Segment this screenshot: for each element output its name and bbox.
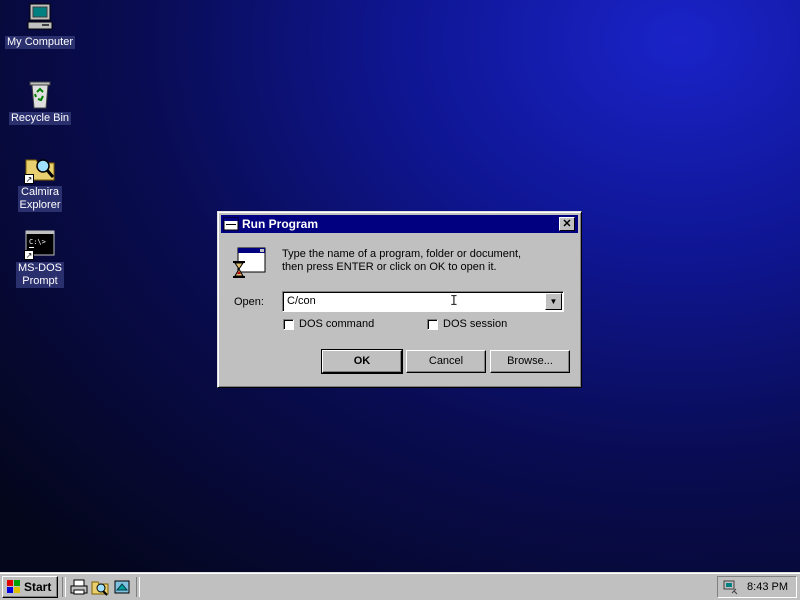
printer-icon[interactable]	[70, 578, 88, 596]
system-tray: 8:43 PM	[717, 576, 797, 598]
open-label: Open:	[234, 296, 264, 308]
start-button[interactable]: Start	[2, 576, 58, 598]
desktop-icon-label: Calmira Explorer	[17, 186, 63, 212]
open-combobox[interactable]: C/con I ▼	[282, 291, 564, 312]
desktop-icon-calmira-explorer[interactable]: ↗ Calmira Explorer	[4, 152, 76, 212]
text-cursor-icon: I	[450, 294, 458, 309]
run-program-dialog: Run Program ✕ Type the name of a program…	[217, 211, 582, 388]
checkbox-box[interactable]	[283, 318, 294, 330]
checkbox-box[interactable]	[427, 318, 438, 330]
explorer-icon[interactable]	[91, 578, 109, 596]
dos-command-label: DOS command	[299, 318, 375, 330]
computer-icon	[24, 2, 56, 34]
run-program-icon	[223, 216, 239, 232]
start-label: Start	[24, 580, 52, 594]
browse-button[interactable]: Browse...	[490, 350, 570, 373]
dialog-titlebar[interactable]: Run Program ✕	[221, 215, 578, 233]
dialog-description: Type the name of a program, folder or do…	[282, 248, 522, 273]
windows-logo-icon	[7, 580, 21, 593]
desktop-icon-label: Recycle Bin	[8, 112, 72, 125]
dialog-title: Run Program	[242, 217, 319, 231]
clock[interactable]: 8:43 PM	[747, 581, 788, 593]
cancel-button[interactable]: Cancel	[406, 350, 486, 373]
ok-button[interactable]: OK	[321, 349, 403, 374]
run-hourglass-icon	[232, 245, 266, 279]
desktop-icon-label: MS-DOS Prompt	[16, 262, 64, 288]
shortcut-arrow-icon: ↗	[24, 174, 34, 184]
taskbar: Start 8:43 PM	[0, 572, 800, 600]
desktop-icon-my-computer[interactable]: My Computer	[4, 2, 76, 49]
close-icon: ✕	[562, 218, 572, 230]
desktop-icon-ms-dos-prompt[interactable]: C:\> ↗ MS-DOS Prompt	[4, 228, 76, 288]
dos-session-label: DOS session	[443, 318, 508, 330]
shortcut-arrow-icon: ↗	[24, 250, 34, 260]
dos-session-checkbox[interactable]: DOS session	[427, 318, 507, 330]
settings-icon[interactable]	[113, 578, 131, 596]
network-icon[interactable]	[722, 579, 738, 595]
taskbar-separator	[62, 577, 66, 597]
folder-search-icon: ↗	[24, 152, 56, 184]
ms-dos-icon: C:\> ↗	[24, 228, 56, 260]
dropdown-button[interactable]: ▼	[545, 293, 562, 310]
taskbar-separator	[136, 577, 140, 597]
desktop-icon-label: My Computer	[4, 36, 76, 49]
open-input[interactable]: C/con	[287, 295, 316, 307]
dos-command-checkbox[interactable]: DOS command	[283, 318, 374, 330]
chevron-down-icon: ▼	[549, 297, 558, 306]
close-button[interactable]: ✕	[559, 217, 575, 231]
recycle-bin-icon	[24, 78, 56, 110]
desktop-icon-recycle-bin[interactable]: Recycle Bin	[4, 78, 76, 125]
svg-text:C:\>: C:\>	[29, 238, 46, 246]
